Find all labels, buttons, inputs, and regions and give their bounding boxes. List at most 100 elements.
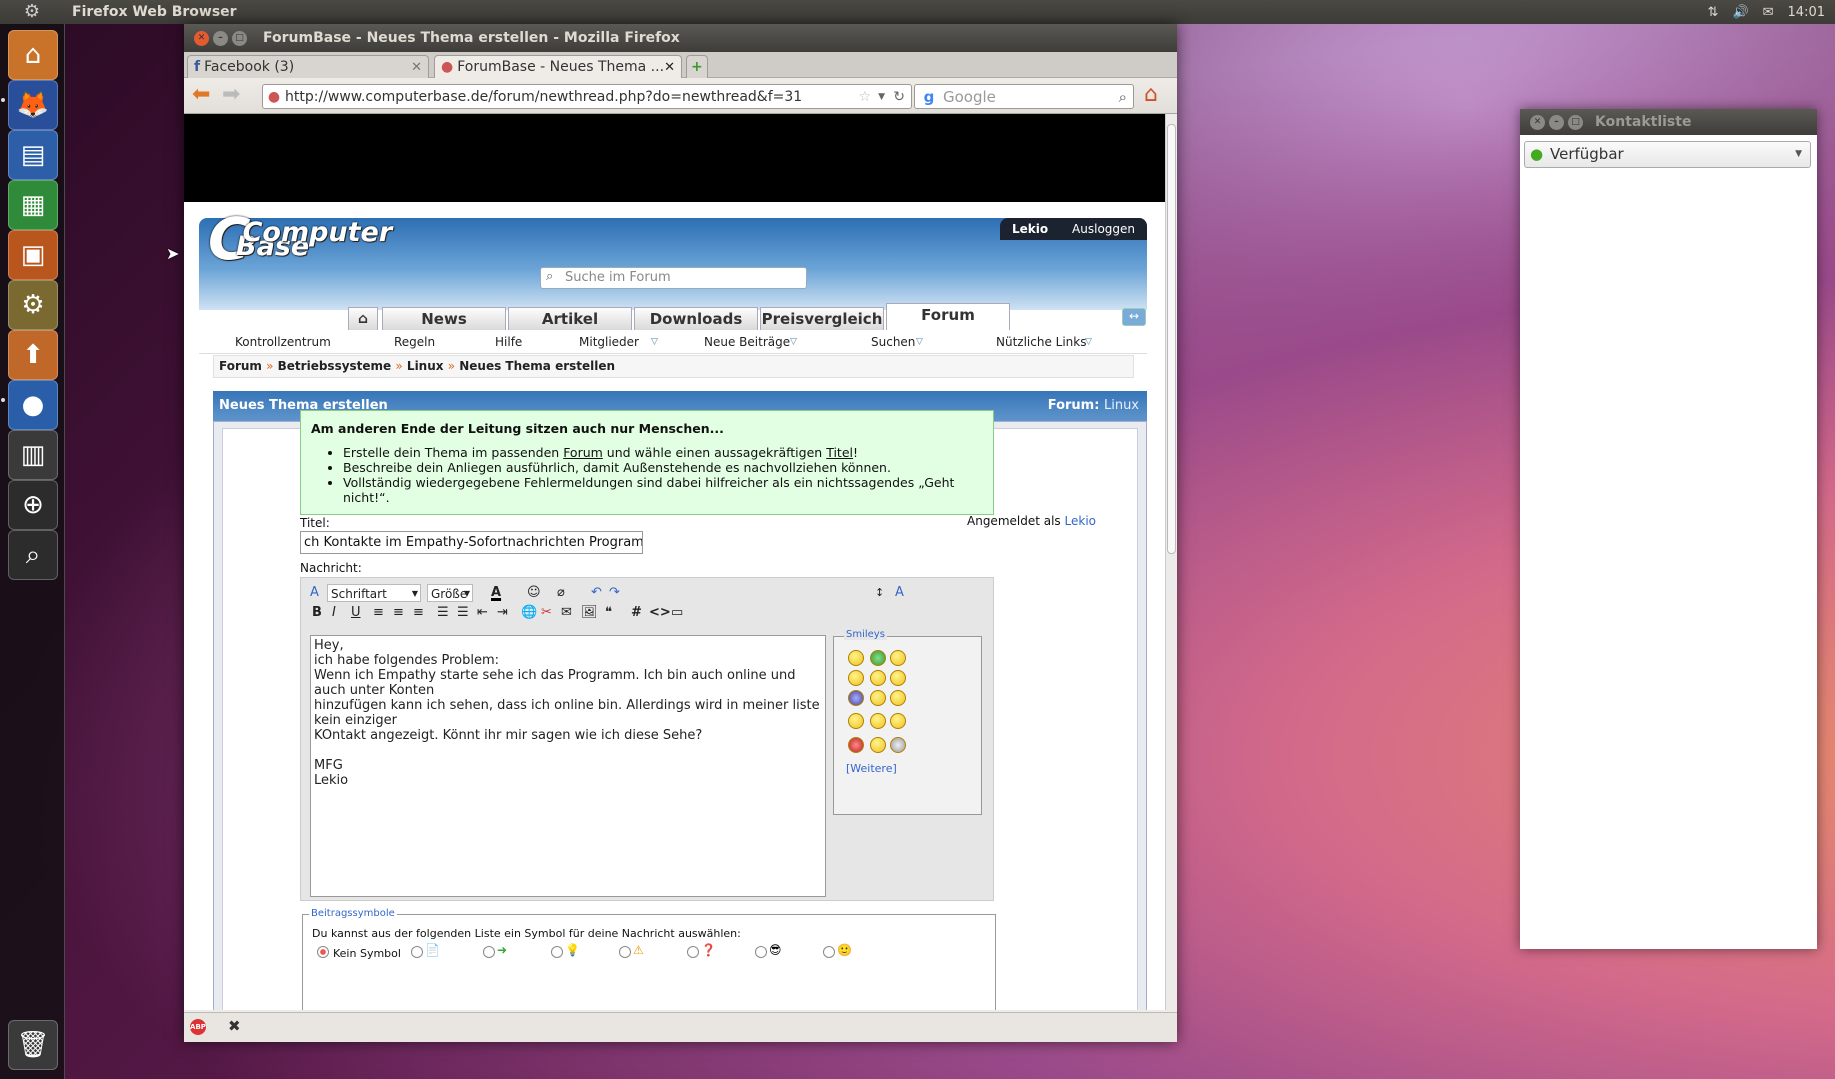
radio-no-symbol[interactable] bbox=[317, 946, 329, 958]
subnav-nuetzliche-links[interactable]: Nützliche Links bbox=[996, 335, 1086, 349]
smiley-icon[interactable] bbox=[870, 650, 886, 666]
nav-home-icon[interactable]: ⌂ bbox=[348, 307, 378, 331]
new-tab-button[interactable]: + bbox=[686, 55, 708, 78]
username-link[interactable]: Lekio bbox=[1012, 222, 1048, 236]
align-center-icon[interactable]: ≡ bbox=[393, 604, 404, 622]
smiley-menu-icon[interactable]: ☺ bbox=[527, 584, 541, 602]
quote-icon[interactable]: ❝ bbox=[605, 604, 612, 622]
smiley-icon[interactable] bbox=[870, 737, 886, 753]
html-code-icon[interactable]: <> bbox=[649, 604, 671, 622]
bold-icon[interactable]: B bbox=[312, 604, 322, 622]
smiley-icon[interactable] bbox=[848, 690, 864, 706]
calc-icon[interactable]: ▦ bbox=[8, 180, 58, 230]
subnav-mitglieder[interactable]: Mitglieder bbox=[579, 335, 639, 349]
smiley-icon[interactable] bbox=[848, 650, 864, 666]
mail-icon[interactable]: ✉ bbox=[1763, 5, 1774, 20]
smiley-icon[interactable] bbox=[890, 690, 906, 706]
home-folder-icon[interactable]: ⌂ bbox=[8, 30, 58, 80]
search-box[interactable]: g Google ⌕ bbox=[914, 84, 1134, 109]
breadcrumb-linux[interactable]: Linux bbox=[407, 359, 444, 373]
email-link-icon[interactable]: ✉ bbox=[561, 604, 572, 622]
subnav-kontrollzentrum[interactable]: Kontrollzentrum bbox=[235, 335, 331, 349]
align-right-icon[interactable]: ≡ bbox=[413, 604, 424, 622]
site-logo[interactable]: CComputer Base bbox=[208, 210, 392, 268]
radio-symbol[interactable] bbox=[483, 946, 495, 958]
radio-symbol[interactable] bbox=[823, 946, 835, 958]
dash-search-icon[interactable]: ⊕ bbox=[8, 480, 58, 530]
expand-icon[interactable]: ↔ bbox=[1122, 308, 1146, 326]
presence-select[interactable]: ● Verfügbar ▼ bbox=[1524, 141, 1811, 168]
logout-link[interactable]: Ausloggen bbox=[1072, 222, 1135, 236]
empathy-icon[interactable]: ● bbox=[8, 380, 58, 430]
vertical-scrollbar[interactable] bbox=[1165, 114, 1177, 1010]
link-icon[interactable]: 🌐 bbox=[521, 604, 537, 622]
redo-icon[interactable]: ↷ bbox=[609, 584, 620, 602]
url-bar[interactable]: ● http://www.computerbase.de/forum/newth… bbox=[262, 84, 912, 109]
maximize-window-button[interactable]: □ bbox=[1568, 114, 1583, 130]
radio-symbol[interactable] bbox=[551, 946, 563, 958]
ordered-list-icon[interactable]: ☰ bbox=[437, 604, 449, 622]
close-window-button[interactable]: ✕ bbox=[1530, 114, 1545, 130]
reload-icon[interactable]: ↻ bbox=[893, 89, 905, 105]
software-center-icon[interactable]: ⚙ bbox=[8, 280, 58, 330]
forum-link[interactable]: Forum bbox=[563, 445, 603, 460]
code-hash-icon[interactable]: # bbox=[631, 604, 642, 622]
message-textarea[interactable]: Hey, ich habe folgendes Problem: Wenn ic… bbox=[310, 635, 826, 897]
smiley-icon[interactable] bbox=[870, 670, 886, 686]
ubuntu-logo-icon[interactable]: ⚙ bbox=[20, 0, 44, 24]
smiley-icon[interactable] bbox=[848, 713, 864, 729]
title-link[interactable]: Titel bbox=[826, 445, 853, 460]
nav-preisvergleich[interactable]: Preisvergleich bbox=[760, 307, 884, 331]
home-icon[interactable]: ⌂ bbox=[1144, 82, 1158, 107]
site-identity-icon[interactable]: ● bbox=[263, 89, 285, 105]
volume-icon[interactable]: 🔊 bbox=[1732, 5, 1748, 20]
more-smileys-link[interactable]: [Weitere] bbox=[846, 762, 897, 775]
minimize-window-button[interactable]: – bbox=[213, 30, 228, 46]
workspaces-icon[interactable]: ▥ bbox=[8, 430, 58, 480]
writer-icon[interactable]: ▤ bbox=[8, 130, 58, 180]
trash-icon[interactable]: 🗑 bbox=[8, 1020, 58, 1070]
smiley-icon[interactable] bbox=[870, 713, 886, 729]
smiley-icon[interactable] bbox=[890, 713, 906, 729]
tab-facebook[interactable]: f Facebook (3) ✕ bbox=[187, 55, 429, 78]
indent-icon[interactable]: ⇥ bbox=[497, 604, 508, 622]
smiley-icon[interactable] bbox=[848, 670, 864, 686]
attachment-icon[interactable]: ⌀ bbox=[557, 584, 565, 602]
forum-search-input[interactable]: Suche im Forum bbox=[540, 267, 807, 289]
nav-downloads[interactable]: Downloads bbox=[634, 307, 758, 331]
smiley-icon[interactable] bbox=[890, 737, 906, 753]
network-icon[interactable]: ⇅ bbox=[1708, 5, 1719, 20]
smiley-icon[interactable] bbox=[848, 737, 864, 753]
impress-icon[interactable]: ▣ bbox=[8, 230, 58, 280]
switch-mode-icon[interactable]: A bbox=[895, 584, 904, 602]
google-icon[interactable]: g bbox=[915, 88, 943, 106]
minimize-window-button[interactable]: – bbox=[1549, 114, 1564, 130]
title-input[interactable]: ch Kontakte im Empathy-Sofortnachrichten… bbox=[300, 531, 643, 554]
radio-symbol[interactable] bbox=[411, 946, 423, 958]
breadcrumb-forum[interactable]: Forum bbox=[219, 359, 262, 373]
firefox-icon[interactable]: 🦊 bbox=[8, 80, 58, 130]
php-code-icon[interactable]: ▭ bbox=[671, 604, 683, 622]
maximize-window-button[interactable]: □ bbox=[232, 30, 247, 46]
nav-forum[interactable]: Forum bbox=[886, 303, 1010, 331]
clock[interactable]: 14:01 bbox=[1788, 5, 1825, 20]
nav-artikel[interactable]: Artikel bbox=[508, 307, 632, 331]
nav-news[interactable]: News bbox=[382, 307, 506, 331]
align-left-icon[interactable]: ≡ bbox=[373, 604, 384, 622]
radio-symbol[interactable] bbox=[687, 946, 699, 958]
italic-icon[interactable]: I bbox=[332, 604, 336, 622]
back-icon[interactable]: ⬅ bbox=[192, 82, 210, 107]
close-window-button[interactable]: ✕ bbox=[194, 30, 209, 46]
underline-icon[interactable]: U bbox=[351, 604, 361, 622]
subnav-neue-beitraege[interactable]: Neue Beiträge bbox=[704, 335, 790, 349]
ubuntu-one-icon[interactable]: ⬆ bbox=[8, 330, 58, 380]
forward-icon[interactable]: ➡ bbox=[222, 82, 240, 107]
font-select[interactable]: Schriftart ▼ bbox=[327, 584, 421, 602]
subnav-suchen[interactable]: Suchen bbox=[871, 335, 915, 349]
size-select[interactable]: Größe ▼ bbox=[427, 584, 473, 602]
outdent-icon[interactable]: ⇤ bbox=[477, 604, 488, 622]
radio-symbol[interactable] bbox=[755, 946, 767, 958]
radio-symbol[interactable] bbox=[619, 946, 631, 958]
user-link[interactable]: Lekio bbox=[1065, 514, 1096, 528]
resize-icon[interactable]: ↕ bbox=[875, 584, 884, 602]
